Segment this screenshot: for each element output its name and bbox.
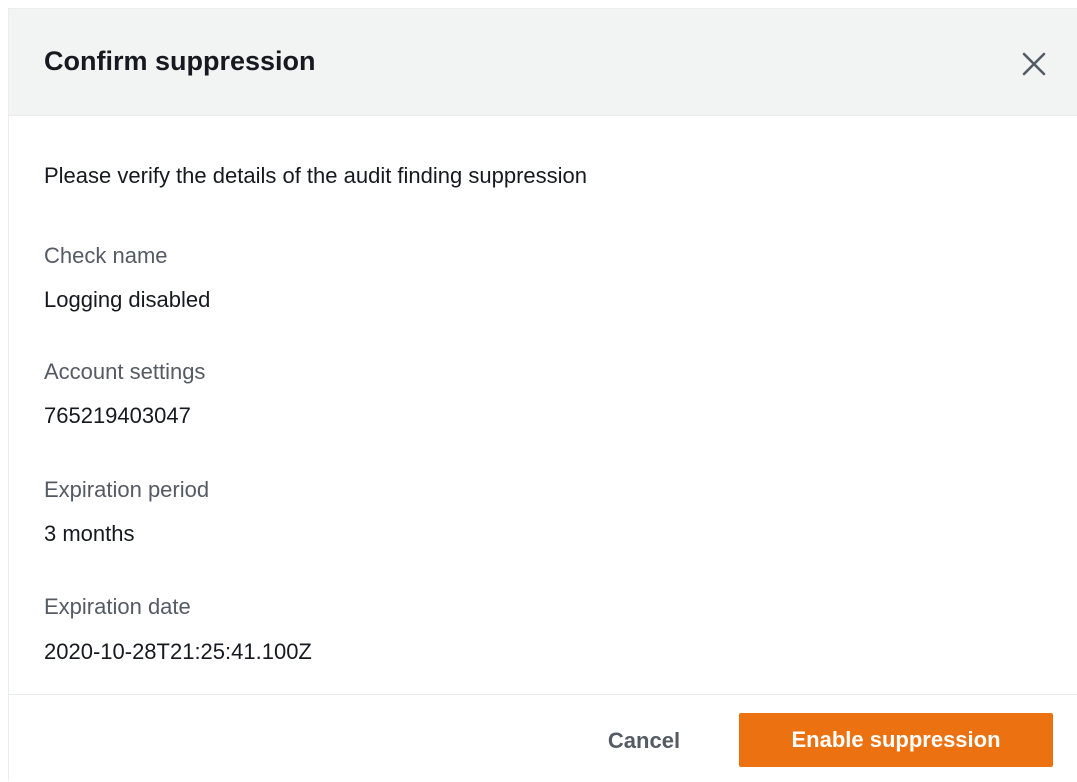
check-name-value: Logging disabled bbox=[44, 287, 211, 312]
account-settings-label: Account settings bbox=[44, 359, 206, 384]
cancel-button[interactable]: Cancel bbox=[583, 715, 705, 767]
close-button[interactable] bbox=[1017, 47, 1051, 81]
confirm-suppression-modal: Confirm suppression Please verify the de… bbox=[8, 8, 1077, 782]
expiration-date-value: 2020-10-28T21:25:41.100Z bbox=[44, 639, 312, 664]
check-name-label: Check name bbox=[44, 243, 168, 268]
enable-suppression-button[interactable]: Enable suppression bbox=[739, 713, 1053, 767]
modal-title: Confirm suppression bbox=[44, 46, 316, 76]
account-settings-value: 765219403047 bbox=[44, 403, 191, 428]
expiration-date-label: Expiration date bbox=[44, 594, 191, 619]
modal-footer: Cancel Enable suppression bbox=[9, 694, 1077, 782]
close-icon bbox=[1021, 51, 1047, 77]
expiration-period-value: 3 months bbox=[44, 521, 135, 546]
intro-text: Please verify the details of the audit f… bbox=[44, 163, 587, 188]
modal-header: Confirm suppression bbox=[9, 9, 1077, 116]
expiration-period-label: Expiration period bbox=[44, 477, 210, 502]
